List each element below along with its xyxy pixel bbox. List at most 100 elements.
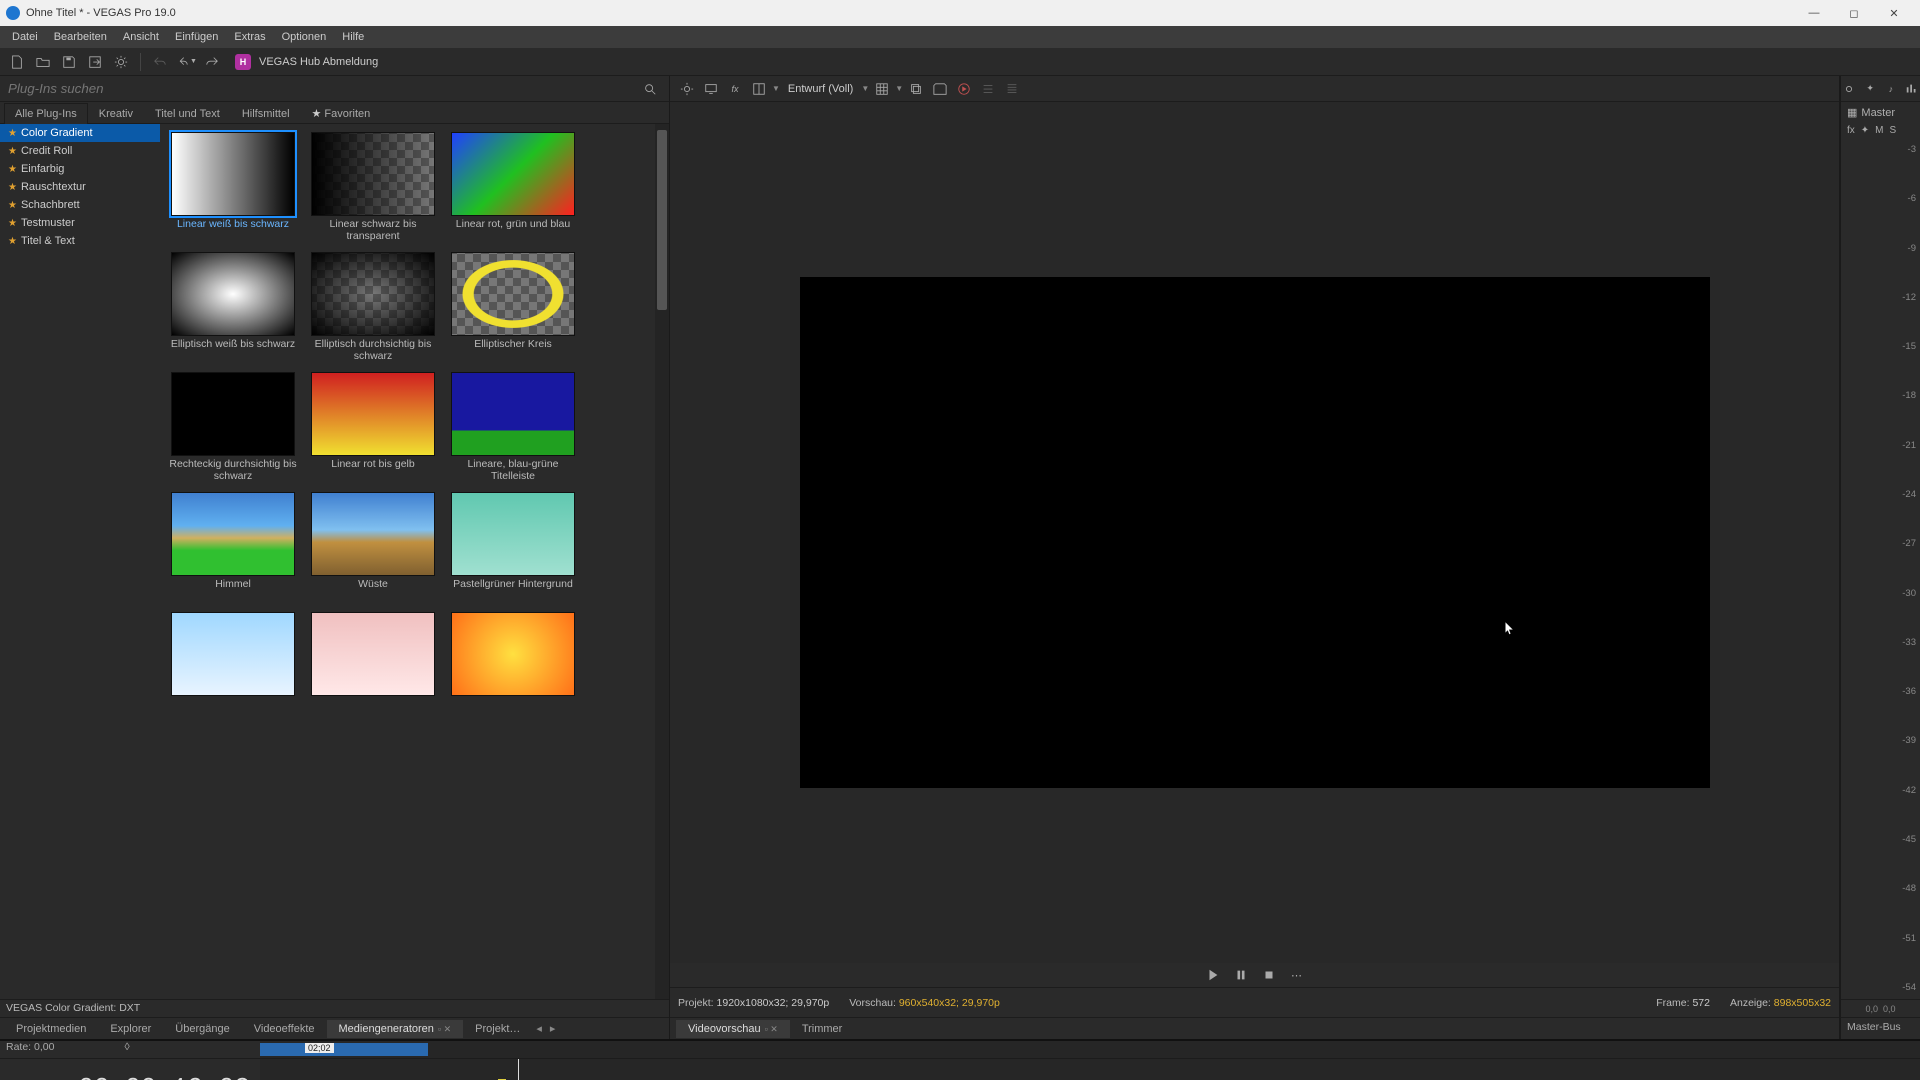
preset-label: Rechteckig durchsichtig bis schwarz — [168, 458, 298, 482]
tree-item[interactable]: ★Rauschtextur — [0, 178, 160, 196]
master-dim-icon[interactable]: ✦ — [1862, 78, 1879, 100]
dock-tab[interactable]: Projektmedien — [4, 1020, 98, 1038]
master-btn[interactable]: fx — [1847, 125, 1855, 136]
menu-hilfe[interactable]: Hilfe — [334, 28, 372, 46]
master-gear-icon[interactable] — [1841, 78, 1858, 100]
render-icon[interactable] — [84, 51, 106, 73]
search-icon[interactable] — [639, 78, 661, 100]
tree-item[interactable]: ★Testmuster — [0, 214, 160, 232]
preset-thumb — [451, 612, 575, 696]
playhead[interactable] — [518, 1059, 519, 1080]
preset-scrollbar[interactable] — [655, 124, 669, 999]
new-icon[interactable] — [6, 51, 28, 73]
preview-settings-icon[interactable] — [676, 78, 698, 100]
plugin-tab[interactable]: Kreativ — [88, 103, 144, 124]
preset-item[interactable]: Wüste — [308, 492, 438, 602]
tree-item[interactable]: ★Credit Roll — [0, 142, 160, 160]
preview-pause-icon[interactable] — [1230, 964, 1252, 986]
timecode-display[interactable]: 00:00:19;02 — [78, 1073, 250, 1080]
preview-fx-icon[interactable]: fx — [724, 78, 746, 100]
preview-viewport[interactable] — [670, 102, 1839, 963]
preset-item[interactable]: Himmel — [168, 492, 298, 602]
preset-item[interactable]: Elliptischer Kreis — [448, 252, 578, 362]
dock-tab[interactable]: Videoeffekte — [242, 1020, 327, 1038]
master-tab[interactable]: Master-Bus — [1841, 1017, 1920, 1039]
menu-ansicht[interactable]: Ansicht — [115, 28, 167, 46]
preview-split-icon[interactable] — [748, 78, 770, 100]
tree-item[interactable]: ★Einfarbig — [0, 160, 160, 178]
dock-tab[interactable]: Projekt… — [463, 1020, 532, 1038]
master-btn[interactable]: M — [1875, 125, 1883, 136]
master-btn[interactable]: ✦ — [1861, 125, 1869, 136]
minimize-button[interactable]: — — [1794, 0, 1834, 26]
menu-einfügen[interactable]: Einfügen — [167, 28, 226, 46]
plugin-search-input[interactable] — [8, 81, 639, 96]
maximize-button[interactable]: ◻ — [1834, 0, 1874, 26]
preview-stop-icon[interactable] — [1258, 964, 1280, 986]
dock-tab[interactable]: Mediengeneratoren▫ ✕ — [327, 1020, 464, 1038]
preset-item[interactable]: Linear rot bis gelb — [308, 372, 438, 482]
plugin-tree[interactable]: ★Color Gradient★Credit Roll★Einfarbig★Ra… — [0, 124, 160, 999]
menu-bearbeiten[interactable]: Bearbeiten — [46, 28, 115, 46]
undo-dropdown-icon[interactable]: ▼ — [175, 51, 197, 73]
timeline-marker-strip[interactable]: 02;02 — [0, 1041, 1920, 1059]
preview-play-icon[interactable] — [1202, 964, 1224, 986]
preset-item[interactable]: Elliptisch durchsichtig bis schwarz — [308, 252, 438, 362]
menu-optionen[interactable]: Optionen — [274, 28, 335, 46]
titlebar: Ohne Titel * - VEGAS Pro 19.0 — ◻ ✕ — [0, 0, 1920, 26]
preview-copy-icon[interactable] — [905, 78, 927, 100]
tree-item[interactable]: ★Titel & Text — [0, 232, 160, 250]
dock-tab[interactable]: Übergänge — [163, 1020, 241, 1038]
master-expand-icon[interactable]: ▦ — [1847, 106, 1857, 119]
plugin-tab[interactable]: Alle Plug-Ins — [4, 103, 88, 124]
preview-bars-icon[interactable] — [1001, 78, 1023, 100]
open-icon[interactable] — [32, 51, 54, 73]
plugin-tab[interactable]: Hilfsmittel — [231, 103, 301, 124]
preview-snapshot-icon[interactable] — [929, 78, 951, 100]
tree-item[interactable]: ★Schachbrett — [0, 196, 160, 214]
plugin-tab[interactable]: Titel und Text — [144, 103, 231, 124]
time-ruler[interactable]: 00:00:00;0000:00:10;0000:00:19;2900:00:2… — [260, 1059, 1920, 1080]
preset-item[interactable] — [448, 612, 578, 722]
plugin-tab[interactable]: ★Favoriten — [301, 102, 382, 124]
preview-device-icon[interactable] — [700, 78, 722, 100]
preview-tab[interactable]: Trimmer — [790, 1020, 855, 1038]
preview-quality[interactable]: Entwurf (Voll) — [782, 81, 859, 97]
undo-icon[interactable] — [149, 51, 171, 73]
master-meter-icon[interactable] — [1903, 78, 1920, 100]
menu-datei[interactable]: Datei — [4, 28, 46, 46]
master-btn[interactable]: S — [1890, 125, 1897, 136]
preset-item[interactable]: Linear schwarz bis transparent — [308, 132, 438, 242]
dock-tab[interactable]: Explorer — [98, 1020, 163, 1038]
hub-badge[interactable]: H — [235, 54, 251, 70]
preset-item[interactable] — [168, 612, 298, 722]
menu-extras[interactable]: Extras — [226, 28, 273, 46]
preview-more-icon[interactable]: ⋯ — [1286, 964, 1308, 986]
preview-pane: fx ▼ Entwurf (Voll) ▼ ▼ ⋯ Projekt: 1920x… — [670, 76, 1840, 1039]
preview-list-icon[interactable] — [977, 78, 999, 100]
preset-item[interactable]: Rechteckig durchsichtig bis schwarz — [168, 372, 298, 482]
prev-value: 960x540x32; 29,970p — [899, 997, 1000, 1009]
rate-slider-icon[interactable]: ◊ — [124, 1041, 129, 1053]
master-buttons: fx ✦ MS — [1841, 123, 1920, 138]
close-button[interactable]: ✕ — [1874, 0, 1914, 26]
preview-grid-icon[interactable] — [871, 78, 893, 100]
preset-grid[interactable]: Linear weiß bis schwarzLinear schwarz bi… — [160, 124, 655, 999]
preset-item[interactable]: Lineare, blau-grüne Titelleiste — [448, 372, 578, 482]
preset-item[interactable] — [308, 612, 438, 722]
preview-tab[interactable]: Videovorschau▫ ✕ — [676, 1020, 790, 1038]
hub-label[interactable]: VEGAS Hub Abmeldung — [259, 56, 378, 68]
save-icon[interactable] — [58, 51, 80, 73]
preset-thumb — [311, 372, 435, 456]
preset-item[interactable]: Pastellgrüner Hintergrund — [448, 492, 578, 602]
preset-item[interactable]: Elliptisch weiß bis schwarz — [168, 252, 298, 362]
tree-item[interactable]: ★Color Gradient — [0, 124, 160, 142]
properties-icon[interactable] — [110, 51, 132, 73]
redo-icon[interactable] — [201, 51, 223, 73]
preset-item[interactable]: Linear rot, grün und blau — [448, 132, 578, 242]
loop-region[interactable]: 02;02 — [260, 1043, 428, 1056]
master-mono-icon[interactable]: ♪ — [1883, 78, 1900, 100]
preview-video-icon[interactable] — [953, 78, 975, 100]
preset-item[interactable]: Linear weiß bis schwarz — [168, 132, 298, 242]
preset-thumb — [451, 492, 575, 576]
